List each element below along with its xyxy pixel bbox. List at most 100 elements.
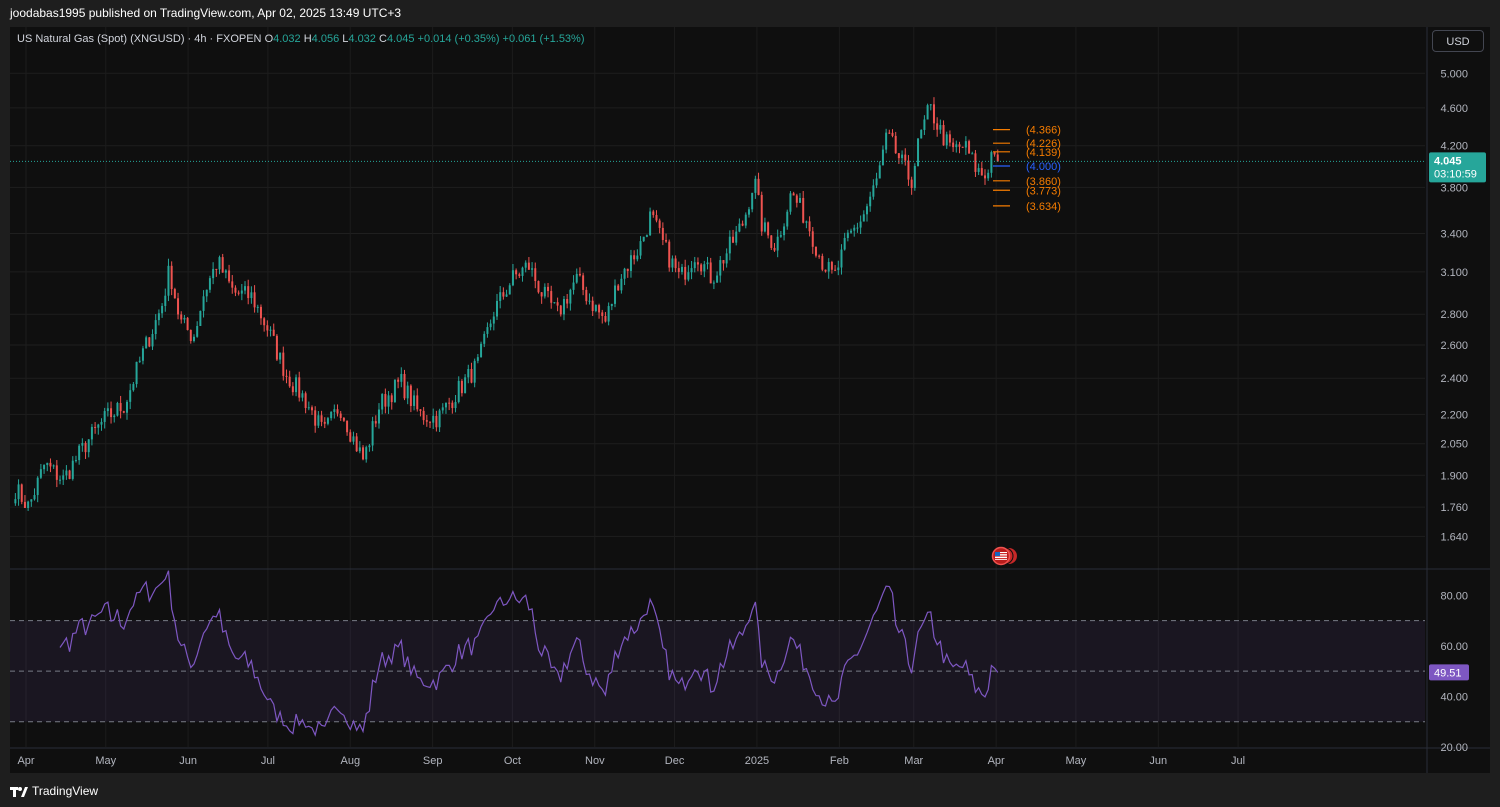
candle-body [151,334,154,347]
candle-body [703,264,706,272]
currency-button[interactable]: USD [1432,30,1484,52]
candle-body [588,300,591,302]
candle-body [358,447,361,452]
rsi-axis-tick-label: 80.00 [1440,590,1468,602]
candle-body [52,465,55,467]
candle-body [403,373,406,399]
legend-change: +0.014 (+0.35%) [417,33,500,45]
candle-body [508,285,511,295]
candle-body [984,175,987,179]
candle-body [199,310,202,326]
candle-body [569,289,572,304]
candle-body [132,384,135,391]
candle-body [929,104,932,106]
candle-body [17,484,20,500]
candle-body [301,393,304,398]
candle-body [735,231,738,243]
candle-body [665,239,668,242]
candle-body [68,470,71,479]
candle-body [840,249,843,268]
candle-body [594,305,597,312]
candle-body [540,292,543,297]
candle-body [84,442,87,453]
candle-body [786,211,789,227]
candle-body [323,421,326,424]
candle-body [224,270,227,273]
price-axis-tick-label: 3.100 [1440,267,1468,279]
candle-body [515,270,518,275]
candle-body [304,393,307,408]
candle-body [432,415,435,423]
candle-body [374,421,377,424]
candle-body [314,410,317,426]
rsi-axis-tick-label: 40.00 [1440,691,1468,703]
candle-body [129,390,132,402]
candle-body [231,281,234,288]
candle-body [939,124,942,130]
candle-body [897,153,900,159]
candle-body [799,197,802,203]
candle-body [773,247,776,251]
chart-area[interactable]: 5.000 4.600 4.200 3.800 3.400 3.100 2.800 2.600… [10,27,1490,773]
price-axis-tick-label: 1.640 [1440,531,1468,543]
candle-body [572,282,575,290]
candle-body [636,255,639,260]
candle-body [926,105,929,120]
candle-body [527,262,530,270]
legend-open-label: O [264,33,274,45]
candle-body [862,214,865,222]
candle-body [824,269,827,272]
candle-body [43,465,46,470]
time-axis-tick-label: Feb [830,755,849,767]
candle-body [106,408,109,412]
candle-body [483,333,486,344]
candle-body [55,465,58,480]
candle-body [282,352,285,376]
candle-body [674,258,677,269]
candle-body [215,268,218,270]
candle-body [457,380,460,402]
candle-body [495,300,498,317]
candle-body [566,299,569,304]
chart-canvas[interactable]: 5.000 4.600 4.200 3.800 3.400 3.100 2.800 2.600… [10,27,1490,773]
candle-body [585,289,588,302]
candle-body [208,278,211,290]
time-axis-tick-label: 2025 [745,755,769,767]
candle-body [425,420,428,422]
level-label: (4.000) [1026,161,1061,173]
candle-body [141,348,144,361]
candle-body [406,385,409,399]
candle-body [237,292,240,294]
candle-body [202,296,205,311]
candle-body [234,287,237,293]
candle-body [311,407,314,411]
candle-body [27,501,30,508]
candle-body [186,317,189,330]
candle-body [441,407,444,411]
candle-body [732,236,735,243]
candle-body [23,501,26,508]
candle-body [473,360,476,383]
candle-body [333,409,336,412]
legend-close-value: 4.045 [386,33,415,45]
candle-body [760,194,763,232]
candle-body [138,360,141,362]
candle-body [846,232,849,238]
candle-body [377,409,380,424]
footer-bar: TradingView [0,778,1500,807]
us-flag-event-icon[interactable] [991,546,1019,566]
candle-body [228,270,231,282]
candle-body [996,154,999,162]
candle-body [696,262,699,265]
price-axis-tick-label: 2.400 [1440,373,1468,385]
candle-body [932,104,935,124]
candle-body [167,265,170,296]
candle-body [196,325,199,337]
candle-body [776,236,779,251]
level-label: (4.366) [1026,125,1061,137]
candle-body [802,197,805,223]
candle-body [470,368,473,383]
candle-body [65,470,68,476]
candle-body [725,253,728,264]
candle-body [534,268,537,282]
